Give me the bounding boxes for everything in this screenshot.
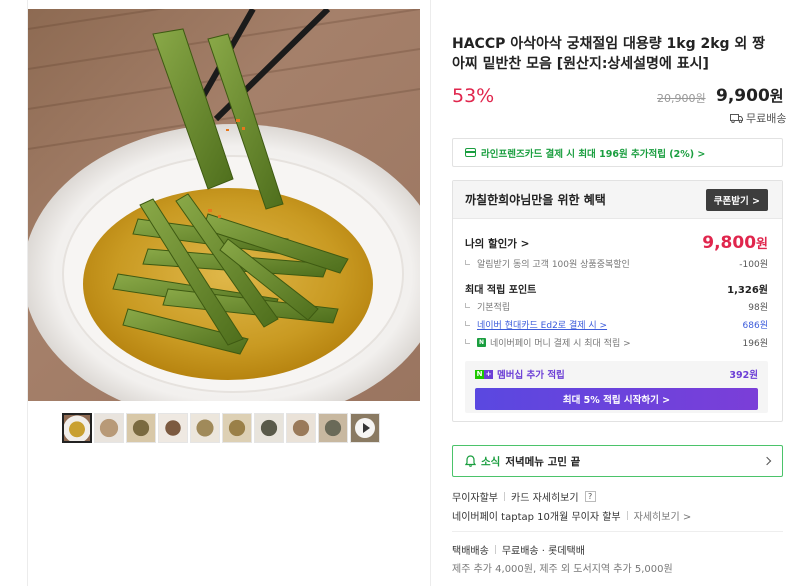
news-text: 저녁메뉴 고민 끝 — [505, 455, 581, 468]
alarm-row: 알림받기 동의 고객 100원 상품중복할인 -100원 — [465, 257, 768, 270]
installment-detail-link[interactable]: 자세히보기 > — [634, 508, 692, 523]
product-title: HACCP 아삭아삭 궁채절임 대용량 1kg 2kg 외 짱아찌 밑반찬 모음… — [452, 36, 766, 72]
credit-card-icon — [465, 148, 476, 157]
npay-installment-text: 네이버페이 taptap 10개월 무이자 할부 — [452, 512, 621, 523]
basic-points-value: 98원 — [748, 303, 768, 313]
sale-price: 9,900원 — [716, 85, 784, 106]
product-page: HACCP 아삭아삭 궁채절임 대용량 1kg 2kg 외 짱아찌 밑반찬 모음… — [0, 0, 800, 586]
installment-row: 무이자할부 카드 자세히보기 ? — [452, 489, 596, 504]
hyundai-card-link[interactable]: 네이버 현대카드 Ed2로 결제 시 > — [477, 318, 607, 331]
my-discount-price: 9,800원 — [702, 233, 768, 253]
chevron-right-icon — [762, 456, 772, 466]
npay-points-label[interactable]: 네이버페이 머니 결제 시 최대 적립 > — [490, 336, 631, 349]
membership-value: 392원 — [729, 370, 758, 381]
pickled-vegetable-image — [28, 9, 420, 401]
benefit-title: 까칠한희야님만을 위한 혜택 — [465, 193, 606, 207]
section-divider — [452, 531, 783, 532]
original-price: 20,900원 — [657, 92, 706, 105]
thumbnail-video[interactable] — [350, 413, 380, 443]
npay-installment-row: 네이버페이 taptap 10개월 무이자 할부 자세히보기 > — [452, 508, 691, 523]
my-discount-row: 나의 할인가 > 9,800원 — [465, 233, 768, 253]
benefit-box: 까칠한희야님만을 위한 혜택 쿠폰받기 > 나의 할인가 > 9,800원 알림… — [452, 180, 783, 422]
thumbnail-6[interactable] — [222, 413, 252, 443]
delivery-label: 택배배송 — [452, 546, 489, 557]
membership-label: 멤버십 추가 적립 — [497, 370, 565, 381]
corner-icon — [465, 338, 470, 344]
npay-points-row: N 네이버페이 머니 결제 시 최대 적립 > 196원 — [465, 336, 768, 349]
corner-icon — [465, 259, 470, 265]
delivery-type: 무료배송 · 롯데택배 — [501, 546, 585, 557]
my-discount-unit: 원 — [756, 237, 768, 252]
card-promo-bar[interactable]: 라인프렌즈카드 결제 시 최대 196원 추가적립 (2%) > — [452, 138, 783, 167]
delivery-extra: 제주 추가 4,000원, 제주 외 도서지역 추가 5,000원 — [452, 564, 673, 575]
thumbnail-8[interactable] — [286, 413, 316, 443]
points-label: 최대 적립 포인트 — [465, 285, 537, 296]
thumbnail-5[interactable] — [190, 413, 220, 443]
play-icon — [355, 418, 375, 438]
help-icon[interactable]: ? — [584, 491, 596, 502]
delivery-extra-row: 제주 추가 4,000원, 제주 외 도서지역 추가 5,000원 — [452, 560, 673, 575]
thumbnail-strip — [62, 413, 380, 443]
truck-icon — [730, 113, 743, 123]
shipping-text: 무료배송 — [746, 112, 787, 125]
thumbnail-2[interactable] — [94, 413, 124, 443]
thumbnail-1[interactable] — [62, 413, 92, 443]
coupon-button[interactable]: 쿠폰받기 > — [705, 188, 768, 211]
thumbnail-4[interactable] — [158, 413, 188, 443]
card-info-link[interactable]: 카드 자세히보기 — [511, 489, 579, 504]
naver-plus-icon: N + — [475, 369, 493, 379]
shipping-info: 무료배송 — [730, 110, 786, 126]
corner-icon — [465, 302, 470, 308]
npay-points-value: 196원 — [742, 339, 768, 349]
membership-box: N + 멤버십 추가 적립 392원 최대 5% 적립 시작하기 > — [465, 361, 768, 413]
my-discount-label[interactable]: 나의 할인가 > — [465, 236, 529, 251]
membership-start-button[interactable]: 최대 5% 적립 시작하기 > — [475, 388, 758, 410]
hyundai-points-row: 네이버 현대카드 Ed2로 결제 시 > 686원 — [465, 318, 768, 331]
benefit-header: 까칠한희야님만을 위한 혜택 쿠폰받기 > — [453, 181, 782, 219]
alarm-label: 알림받기 동의 고객 100원 상품중복할인 — [477, 260, 630, 270]
divider-center — [430, 0, 431, 586]
hyundai-points-value: 686원 — [742, 321, 768, 331]
sale-price-unit: 원 — [769, 87, 784, 105]
installment-label: 무이자할부 — [452, 493, 498, 504]
discount-rate: 53% — [452, 85, 495, 107]
sale-price-value: 9,900 — [716, 86, 770, 106]
points-row: 최대 적립 포인트 1,326원 — [465, 281, 768, 296]
alarm-value: -100원 — [739, 260, 768, 270]
thumbnail-3[interactable] — [126, 413, 156, 443]
corner-icon — [465, 320, 470, 326]
thumbnail-7[interactable] — [254, 413, 284, 443]
npay-icon: N — [477, 338, 486, 347]
bell-icon — [465, 455, 476, 467]
points-value: 1,326원 — [727, 285, 768, 296]
basic-points-label: 기본적립 — [477, 303, 511, 313]
delivery-row: 택배배송 무료배송 · 롯데택배 — [452, 542, 585, 557]
basic-points-row: 기본적립 98원 — [465, 300, 768, 313]
product-main-image[interactable] — [28, 9, 420, 401]
news-bar[interactable]: 소식 저녁메뉴 고민 끝 — [452, 445, 783, 477]
membership-row: N + 멤버십 추가 적립 392원 — [475, 367, 758, 381]
news-tag: 소식 — [481, 455, 501, 468]
card-promo-text: 라인프렌즈카드 결제 시 최대 196원 추가적립 (2%) > — [481, 148, 706, 160]
thumbnail-9[interactable] — [318, 413, 348, 443]
my-discount-value: 9,800 — [702, 233, 757, 253]
